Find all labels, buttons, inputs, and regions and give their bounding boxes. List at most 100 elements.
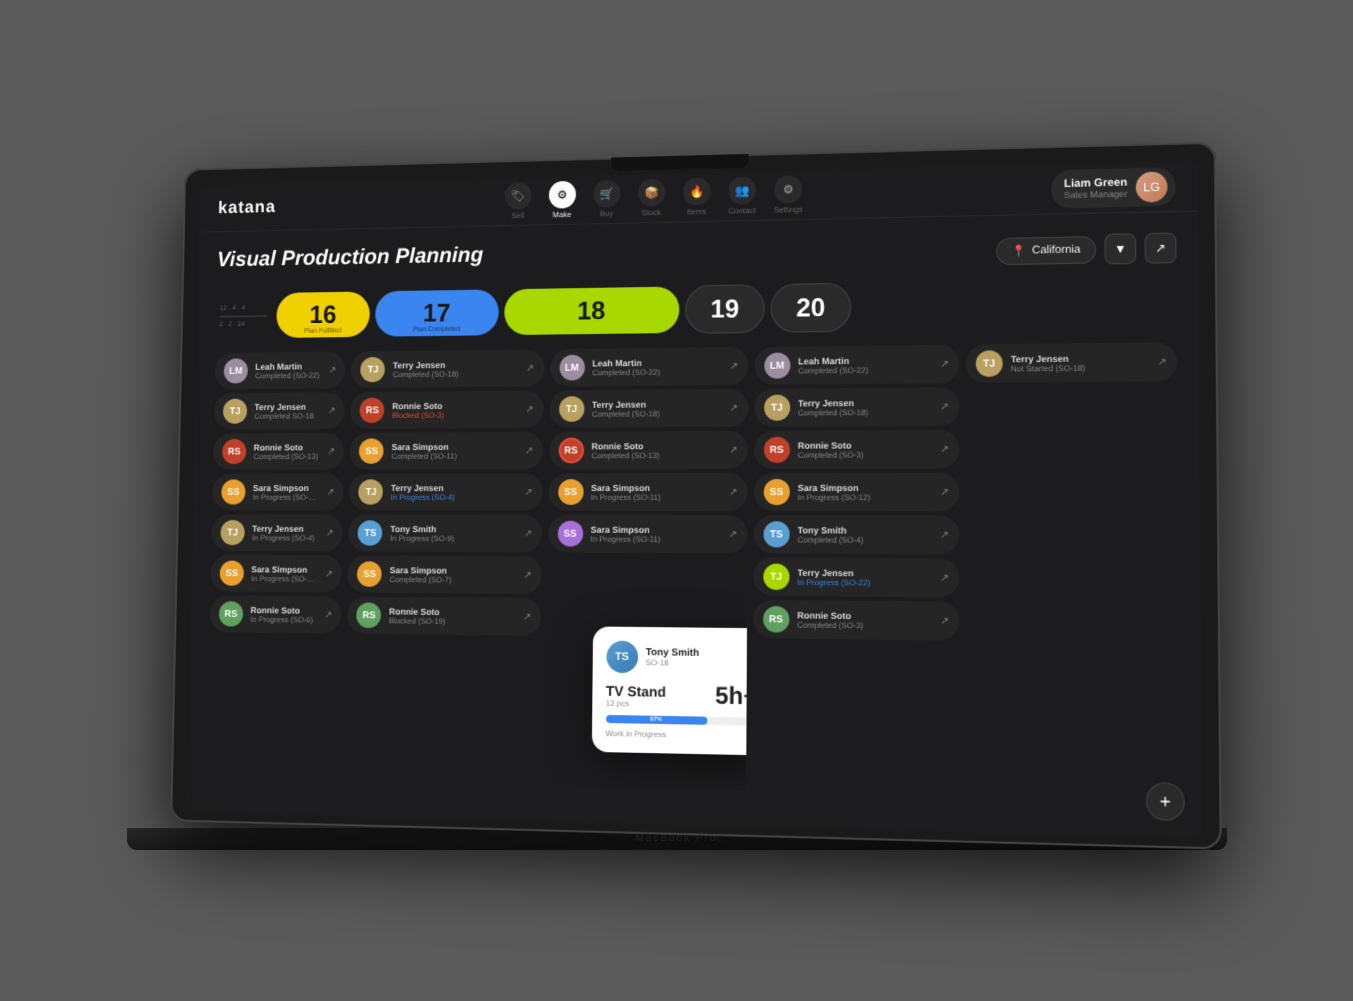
arrow-icon: ↗	[325, 527, 333, 538]
expanded-product-name: TV Stand	[605, 682, 665, 699]
task-avatar: TJ	[763, 394, 789, 420]
task-card[interactable]: LM Leah Martin Completed (SO-22) ↗	[549, 347, 748, 387]
day-17-pill[interactable]: 17 Plan Completed	[374, 289, 498, 336]
location-label: California	[1032, 243, 1080, 256]
task-info: Sara Simpson In Progress (SO-11)	[590, 524, 720, 543]
task-card[interactable]: TJ Terry Jensen In Progress (SO-22) ↗	[752, 557, 958, 597]
task-info: Tony Smith Completed (SO-4)	[797, 524, 932, 544]
day-18-pill[interactable]: 18	[504, 286, 679, 335]
task-info: Terry Jensen In Progress (SO-4)	[251, 523, 318, 542]
task-card[interactable]: RS Ronnie Soto Blocked (SO-19) ↗	[347, 596, 541, 635]
task-card[interactable]: TJ Terry Jensen Completed (SO-18) ↗	[753, 387, 958, 427]
expanded-quantity: 12 pcs	[605, 698, 665, 708]
task-card[interactable]: RS Ronnie Soto Completed (SO-13) ↗	[212, 432, 344, 469]
task-info: Terry Jensen Completed (SO-18)	[797, 397, 931, 417]
task-avatar: TJ	[763, 563, 789, 589]
expanded-order-id: SO-18	[645, 658, 698, 668]
nav-item-settings[interactable]: ⚙ Settings	[773, 175, 802, 214]
task-card[interactable]: TJ Terry Jensen Not Started (SO-18) ↗	[965, 342, 1177, 383]
main-content: Visual Production Planning 📍 California …	[187, 211, 1202, 838]
fab-button[interactable]: +	[1145, 782, 1184, 821]
task-card[interactable]: RS Ronnie Soto In Progress (SO-6) ↗	[209, 595, 342, 633]
task-avatar: SS	[359, 438, 384, 463]
task-avatar: TJ	[975, 350, 1002, 377]
task-card[interactable]: TS Tony Smith In Progress (SO-9) ↗	[348, 514, 542, 552]
share-button[interactable]: ↗	[1144, 232, 1176, 263]
expanded-task-card[interactable]: TS Tony Smith SO-18 ↗ TV Stand	[591, 626, 748, 755]
task-card[interactable]: SS Sara Simpson Completed (SO-7) ↗	[347, 555, 541, 594]
arrow-icon: ↗	[940, 615, 949, 626]
arrow-icon: ↗	[327, 405, 335, 416]
task-avatar: TJ	[220, 519, 245, 544]
task-card[interactable]: RS Ronnie Soto Completed (SO-3) ↗	[752, 599, 959, 640]
task-card[interactable]: TJ Terry Jensen In Progress (SO-4) ↗	[349, 473, 543, 511]
arrow-icon: ↗	[523, 569, 531, 580]
task-card[interactable]: SS Sara Simpson In Progress (SO-12) ↗	[211, 473, 343, 510]
nav-item-contact[interactable]: 👥 Contact	[728, 176, 756, 215]
column-prev: LM Leah Martin Completed (SO-22) ↗ TJ Te…	[206, 351, 346, 781]
day-17-number: 17	[422, 297, 450, 327]
sell-icon: 🏷	[504, 181, 531, 209]
location-button[interactable]: 📍 California	[996, 235, 1096, 264]
task-card[interactable]: SS Sara Simpson In Progress (SO-11) ↗	[547, 514, 747, 553]
task-card[interactable]: TJ Terry Jensen Completed SO-18 ↗	[213, 392, 345, 429]
task-card[interactable]: TJ Terry Jensen Completed (SO-18) ↗	[548, 388, 747, 427]
task-card[interactable]: RS Ronnie Soto Completed (SO-13) ↗	[548, 430, 747, 468]
task-card[interactable]: TJ Terry Jensen Completed (SO-18) ↗	[351, 349, 544, 388]
arrow-icon: ↗	[940, 572, 949, 583]
columns: LM Leah Martin Completed (SO-22) ↗ TJ Te…	[206, 342, 1180, 801]
task-avatar: LM	[559, 354, 584, 380]
app-logo: katana	[217, 196, 275, 217]
user-role: Sales Manager	[1063, 188, 1126, 200]
location-icon: 📍	[1011, 243, 1025, 256]
task-info: Terry Jensen Completed (SO-18)	[591, 398, 721, 418]
nav-item-items[interactable]: 🔥 Items	[682, 177, 710, 216]
nav-item-buy[interactable]: 🛒 Buy	[592, 179, 620, 218]
task-card[interactable]: LM Leah Martin Completed (SO-22) ↗	[214, 351, 346, 389]
task-avatar: SS	[557, 479, 583, 505]
day-20-pill[interactable]: 20	[770, 282, 851, 332]
arrow-icon: ↗	[523, 611, 531, 622]
task-card[interactable]: TJ Terry Jensen In Progress (SO-4) ↗	[211, 514, 343, 551]
settings-icon: ⚙	[774, 175, 802, 203]
task-card[interactable]: SS Sara Simpson In Progress (SO-12) ↗	[753, 472, 959, 511]
task-card[interactable]: SS Sara Simpson In Progress (SO-12) ↗	[210, 554, 342, 592]
items-icon: 🔥	[682, 177, 710, 205]
filter-icon: ▼	[1114, 241, 1127, 255]
task-card[interactable]: SS Sara Simpson Completed (SO-11) ↗	[349, 431, 542, 469]
task-card[interactable]: RS Ronnie Soto Completed (SO-3) ↗	[753, 429, 959, 468]
expanded-product: TV Stand 12 pcs 5h+	[605, 680, 747, 711]
arrow-icon: ↗	[1157, 356, 1166, 367]
day-16-pill[interactable]: 16 Plan Fulfilled	[276, 291, 370, 337]
arrow-icon: ↗	[328, 364, 336, 375]
nav-item-stock[interactable]: 📦 Stock	[637, 178, 665, 217]
arrow-icon: ↗	[327, 445, 335, 456]
share-icon: ↗	[1155, 240, 1166, 255]
screen-notch	[611, 153, 748, 170]
expanded-time: 5h+	[715, 682, 748, 711]
task-card[interactable]: LM Leah Martin Completed (SO-22) ↗	[753, 344, 958, 384]
task-card[interactable]: RS Ronnie Soto Blocked (SO-3) ↗	[350, 390, 543, 428]
user-name: Liam Green	[1063, 175, 1126, 189]
arrow-icon: ↗	[324, 609, 332, 620]
filter-button[interactable]: ▼	[1104, 233, 1136, 264]
column-day18: LM Leah Martin Completed (SO-22) ↗ TJ Te…	[751, 344, 959, 795]
arrow-icon: ↗	[524, 486, 532, 497]
nav-item-sell[interactable]: 🏷 Sell	[504, 181, 531, 219]
expanded-progress-bar: 67%	[605, 714, 748, 725]
nav-item-make[interactable]: ⚙ Make	[548, 180, 575, 219]
task-card[interactable]: TS Tony Smith Completed (SO-4) ↗	[753, 515, 959, 554]
pre-timeline: 1244 2224	[215, 300, 271, 331]
task-info: Tony Smith In Progress (SO-9)	[390, 523, 516, 542]
user-badge[interactable]: Liam Green Sales Manager LG	[1051, 166, 1176, 207]
arrow-icon: ↗	[525, 362, 533, 373]
task-info: Ronnie Soto Blocked (SO-3)	[392, 400, 518, 419]
task-avatar: RS	[218, 601, 243, 626]
task-card[interactable]: SS Sara Simpson In Progress (SO-11) ↗	[547, 472, 747, 510]
buy-icon: 🛒	[593, 179, 620, 207]
arrow-icon: ↗	[728, 528, 736, 539]
laptop-screen: katana 🏷 Sell ⚙ Make 🛒 Buy	[170, 141, 1222, 849]
arrow-icon: ↗	[729, 444, 737, 455]
day-19-pill[interactable]: 19	[685, 284, 765, 334]
task-info: Terry Jensen In Progress (SO-22)	[797, 567, 932, 587]
